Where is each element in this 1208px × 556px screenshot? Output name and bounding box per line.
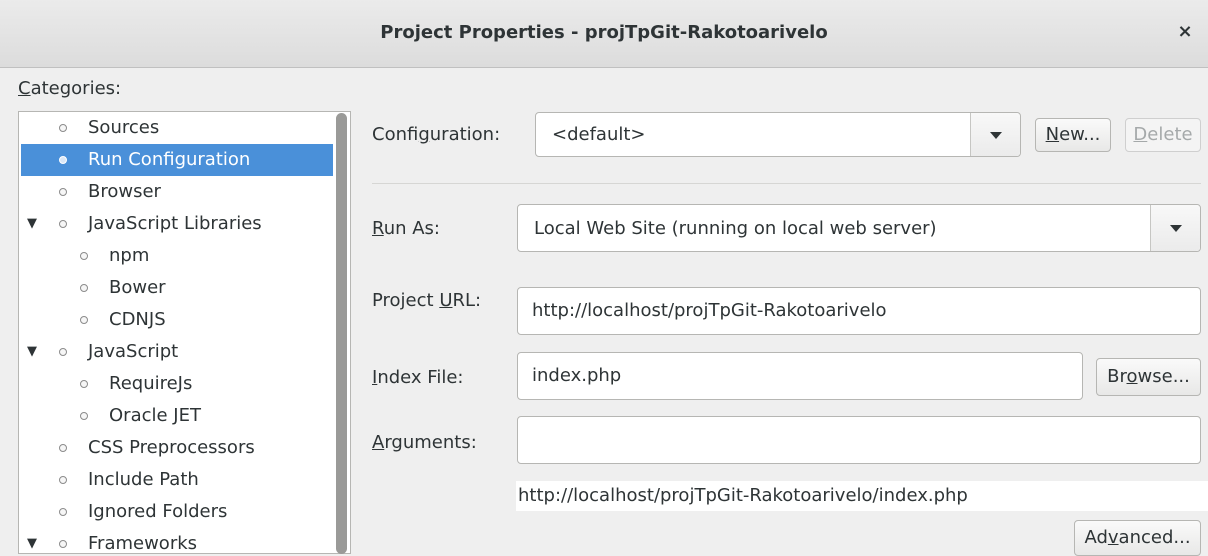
chevron-down-icon: [990, 132, 1002, 139]
bullet-icon: [59, 188, 67, 196]
window-title: Project Properties - projTpGit-Rakotoari…: [380, 22, 828, 43]
tree-item-label: JavaScript Libraries: [88, 213, 262, 234]
tree-item-css-preprocessors[interactable]: CSS Preprocessors: [59, 432, 255, 464]
tree-item-label: RequireJs: [109, 373, 193, 394]
expander-down-icon[interactable]: ▼: [25, 336, 39, 368]
arguments-label: Arguments:: [372, 432, 477, 453]
expander-down-icon[interactable]: ▼: [25, 528, 39, 553]
bullet-icon: [80, 380, 88, 388]
tree-item-label: Frameworks: [88, 533, 198, 554]
resolved-url-preview: http://localhost/projTpGit-Rakotoarivelo…: [516, 481, 1208, 511]
tree-scrollbar[interactable]: [336, 113, 347, 554]
expander-down-icon[interactable]: ▼: [25, 208, 39, 240]
project-url-value: http://localhost/projTpGit-Rakotoarivelo: [532, 300, 887, 321]
tree-item-oracle-jet[interactable]: Oracle JET: [80, 400, 201, 432]
bullet-icon: [59, 220, 67, 228]
title-bar: Project Properties - projTpGit-Rakotoari…: [0, 0, 1208, 68]
tree-item-label: Sources: [88, 117, 160, 138]
run-as-dropdown-button[interactable]: [1150, 205, 1200, 251]
categories-tree[interactable]: Sources Run Configuration Browser ▼ Java…: [18, 111, 351, 554]
separator: [372, 183, 1201, 184]
bullet-icon: [59, 444, 67, 452]
bullet-icon: [80, 316, 88, 324]
new-configuration-button[interactable]: New...: [1035, 118, 1111, 152]
tree-item-label: Ignored Folders: [88, 501, 228, 522]
bullet-icon: [59, 476, 67, 484]
bullet-icon: [59, 156, 67, 164]
bullet-icon: [59, 508, 67, 516]
project-url-label: Project URL:: [372, 290, 482, 311]
browse-button[interactable]: Browse...: [1096, 358, 1201, 396]
close-icon[interactable]: ×: [1172, 19, 1198, 45]
advanced-button[interactable]: Advanced...: [1074, 520, 1201, 556]
tree-item-requirejs[interactable]: RequireJs: [80, 368, 193, 400]
bullet-icon: [59, 348, 67, 356]
run-as-combo[interactable]: Local Web Site (running on local web ser…: [517, 204, 1201, 252]
tree-item-label: Include Path: [88, 469, 199, 490]
configuration-label: Configuration:: [372, 124, 501, 145]
configuration-combo[interactable]: <default>: [535, 112, 1021, 157]
tree-item-label: Browser: [88, 181, 161, 202]
tree-item-label: npm: [109, 245, 150, 266]
tree-item-cdnjs[interactable]: CDNJS: [80, 304, 166, 336]
categories-label: Categories:: [18, 78, 122, 99]
configuration-value: <default>: [552, 124, 646, 145]
tree-item-frameworks[interactable]: ▼ Frameworks: [25, 528, 198, 554]
index-file-field[interactable]: index.php: [517, 352, 1083, 400]
bullet-icon: [59, 540, 67, 548]
tree-item-ignored-folders[interactable]: Ignored Folders: [59, 496, 228, 528]
bullet-icon: [59, 124, 67, 132]
arguments-field[interactable]: [517, 416, 1201, 464]
run-as-value: Local Web Site (running on local web ser…: [534, 218, 937, 239]
configuration-dropdown-button[interactable]: [970, 113, 1020, 156]
tree-item-include-path[interactable]: Include Path: [59, 464, 199, 496]
tree-item-label: JavaScript: [88, 341, 179, 362]
index-file-value: index.php: [532, 365, 622, 386]
bullet-icon: [80, 284, 88, 292]
run-as-label: Run As:: [372, 218, 440, 239]
tree-item-label: CSS Preprocessors: [88, 437, 255, 458]
tree-item-javascript-libraries[interactable]: ▼ JavaScript Libraries: [25, 208, 262, 240]
bullet-icon: [80, 412, 88, 420]
tree-item-bower[interactable]: Bower: [80, 272, 166, 304]
tree-item-label: Run Configuration: [88, 149, 251, 170]
tree-item-label: Bower: [109, 277, 166, 298]
tree-item-label: CDNJS: [109, 309, 166, 330]
delete-configuration-button[interactable]: Delete: [1125, 118, 1201, 152]
tree-item-browser[interactable]: Browser: [59, 176, 161, 208]
tree-item-npm[interactable]: npm: [80, 240, 150, 272]
tree-item-run-configuration[interactable]: Run Configuration: [21, 144, 333, 176]
chevron-down-icon: [1170, 225, 1182, 232]
index-file-label: Index File:: [372, 367, 464, 388]
tree-item-javascript[interactable]: ▼ JavaScript: [25, 336, 178, 368]
tree-item-sources[interactable]: Sources: [59, 112, 160, 144]
bullet-icon: [80, 252, 88, 260]
project-url-field[interactable]: http://localhost/projTpGit-Rakotoarivelo: [517, 287, 1201, 335]
tree-item-label: Oracle JET: [109, 405, 201, 426]
